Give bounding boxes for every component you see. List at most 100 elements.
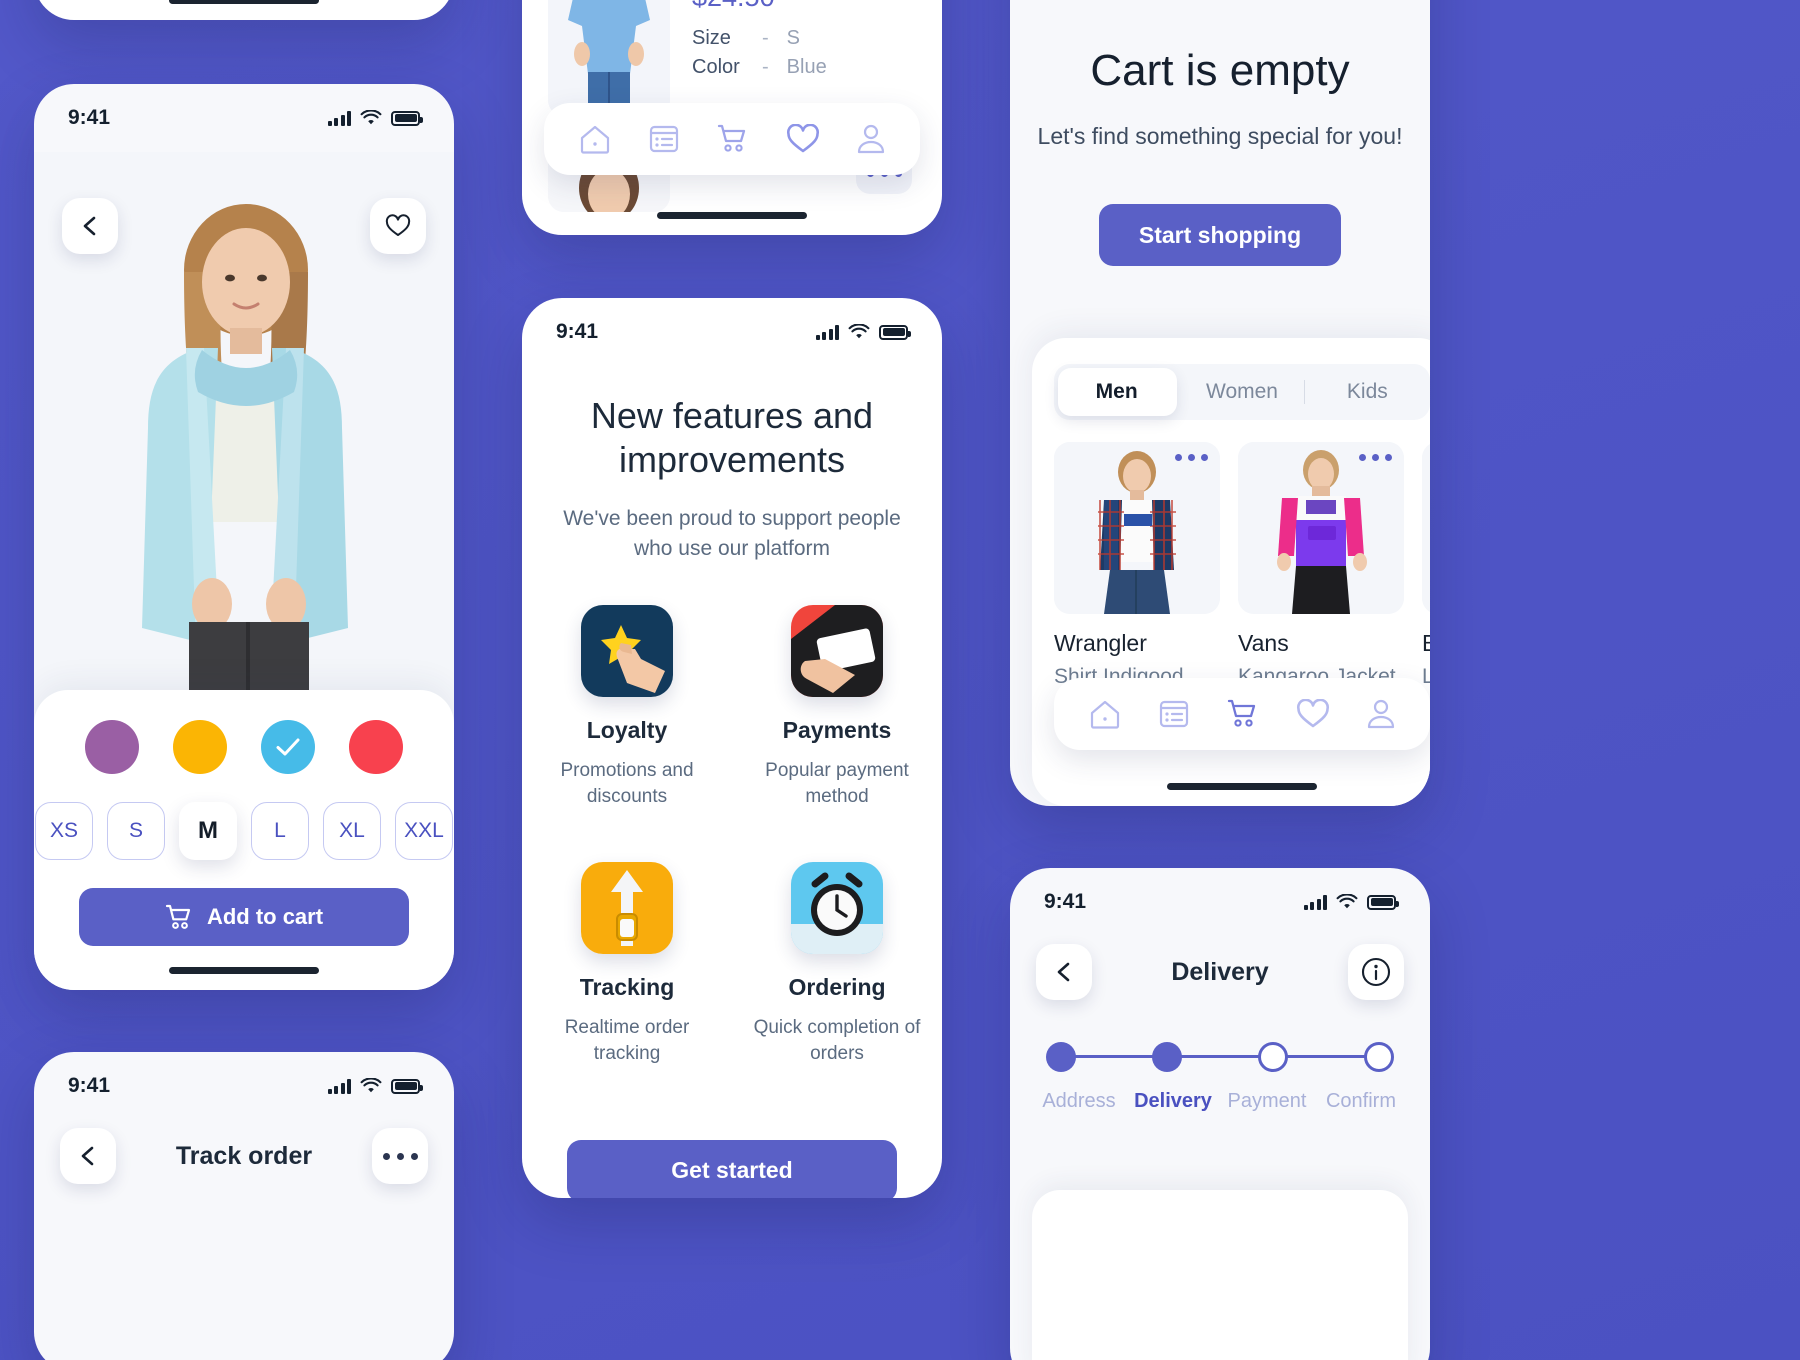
product-more-button[interactable] <box>1359 454 1392 461</box>
nav-bar: Delivery <box>1010 918 1430 1000</box>
size-option-l[interactable]: L <box>251 802 309 860</box>
wifi-icon <box>360 110 382 125</box>
info-button[interactable] <box>1347 944 1404 1000</box>
stepper-labels: Address Delivery Payment Confirm <box>1032 1090 1408 1113</box>
status-time: 9:41 <box>1044 890 1087 913</box>
tab-kids[interactable]: Kids <box>1305 380 1430 404</box>
start-shopping-button[interactable]: Start shopping <box>1099 204 1341 267</box>
onboarding-title: New features and improvements <box>590 395 874 480</box>
status-time: 9:41 <box>68 1074 111 1097</box>
product-card[interactable]: Vans Kangaroo Jacket <box>1238 442 1404 689</box>
product-image <box>1422 442 1430 614</box>
color-swatch-purple[interactable] <box>85 720 139 774</box>
tab-men[interactable]: Men <box>1054 380 1179 404</box>
status-bar: 9:41 <box>1010 868 1430 918</box>
empty-cart-subtitle: Let's find something special for you! <box>1037 123 1403 149</box>
feature-name: Ordering <box>788 974 886 1001</box>
cart-icon <box>165 904 191 929</box>
step-dot-delivery[interactable] <box>1152 1042 1182 1072</box>
product-brand: Wrangler <box>1054 630 1147 656</box>
product-card[interactable]: Wrangler Shirt Indigood <box>1054 442 1220 689</box>
tab-favorites[interactable] <box>786 124 820 154</box>
bottom-tab-bar <box>544 103 920 175</box>
size-option-xl[interactable]: XL <box>323 802 381 860</box>
step-dot-confirm[interactable] <box>1364 1042 1394 1072</box>
tab-cart[interactable] <box>716 123 750 155</box>
person-icon <box>1367 699 1395 729</box>
dot <box>1188 454 1195 461</box>
feature-grid: Loyalty Promotions and discounts Payment… <box>522 605 942 1067</box>
tab-cart[interactable] <box>1226 698 1260 730</box>
category-tabs: Men Women Kids <box>1054 364 1430 420</box>
step-dot-address[interactable] <box>1046 1042 1076 1072</box>
road-arrow-icon <box>581 862 673 955</box>
cart-item-thumbnail <box>548 0 670 116</box>
screenshot-canvas: 9:41 XS S M L XL XXL Add to cart Size - … <box>0 0 1800 1360</box>
get-started-button[interactable]: Get started <box>567 1139 897 1198</box>
color-swatches <box>34 720 454 774</box>
size-option-xs[interactable]: XS <box>35 802 93 860</box>
credit-card-icon <box>791 605 883 698</box>
color-value: Blue <box>786 56 827 78</box>
product-carousel[interactable]: Wrangler Shirt Indigood Vans Kangaroo Ja… <box>1054 442 1430 689</box>
cellular-icon <box>327 110 351 126</box>
cart-item-row[interactable]: $24.50 Size - S Color - Blue <box>522 0 942 116</box>
tab-profile[interactable] <box>856 123 886 155</box>
wifi-icon <box>1336 894 1358 909</box>
home-indicator <box>1167 783 1317 790</box>
dot <box>410 1152 418 1160</box>
phone-top-left-peek <box>34 0 454 20</box>
tab-catalog[interactable] <box>648 123 680 155</box>
cellular-icon <box>1303 894 1327 910</box>
favorite-button[interactable] <box>370 198 426 254</box>
size-option-s[interactable]: S <box>107 802 165 860</box>
more-options-button[interactable] <box>372 1128 428 1184</box>
dot <box>1359 454 1366 461</box>
alarm-clock-icon <box>791 862 883 955</box>
size-option-m[interactable]: M <box>179 802 237 860</box>
battery-icon <box>879 324 911 340</box>
feature-loyalty[interactable]: Loyalty Promotions and discounts <box>522 605 732 810</box>
list-icon <box>649 125 679 153</box>
size-dash: - <box>762 27 769 49</box>
feature-desc: Promotions and discounts <box>560 760 694 808</box>
wifi-icon <box>360 1078 382 1093</box>
color-swatch-light-blue[interactable] <box>261 720 315 774</box>
cart-icon <box>1227 699 1256 727</box>
dot <box>1372 454 1379 461</box>
back-button[interactable] <box>60 1128 116 1184</box>
home-indicator <box>657 212 807 219</box>
product-brand: Blo <box>1422 630 1430 656</box>
page-title: Delivery <box>1171 957 1269 986</box>
dot <box>1385 454 1392 461</box>
home-indicator <box>169 0 319 4</box>
onboarding-subtitle: We've been proud to support people who u… <box>563 506 901 560</box>
product-brand: Vans <box>1238 630 1289 656</box>
feature-name: Loyalty <box>586 717 668 744</box>
tab-home[interactable] <box>1088 698 1122 730</box>
cart-icon <box>717 124 746 152</box>
star-tap-icon <box>581 605 673 698</box>
dot <box>1175 454 1182 461</box>
step-dot-payment[interactable] <box>1258 1042 1288 1072</box>
status-bar: 9:41 <box>34 84 454 134</box>
heart-icon <box>1297 699 1329 728</box>
tab-profile[interactable] <box>1366 698 1396 730</box>
product-more-button[interactable] <box>1175 454 1208 461</box>
color-swatch-yellow[interactable] <box>173 720 227 774</box>
start-shopping-label: Start shopping <box>1138 221 1302 248</box>
feature-tracking[interactable]: Tracking Realtime order tracking <box>522 862 732 1067</box>
back-button[interactable] <box>62 198 118 254</box>
tab-catalog[interactable] <box>1158 698 1190 730</box>
color-swatch-red[interactable] <box>349 720 403 774</box>
tab-favorites[interactable] <box>1296 699 1330 729</box>
nav-bar: Track order <box>34 1102 454 1184</box>
feature-ordering[interactable]: Ordering Quick completion of orders <box>732 862 942 1067</box>
tab-home[interactable] <box>578 123 612 155</box>
product-card[interactable]: Blo Lea <box>1422 442 1430 689</box>
back-button[interactable] <box>1036 944 1092 1000</box>
add-to-cart-button[interactable]: Add to cart <box>79 888 409 946</box>
size-option-xxl[interactable]: XXL <box>395 802 453 860</box>
feature-payments[interactable]: Payments Popular payment method <box>732 605 942 810</box>
tab-women[interactable]: Women <box>1179 380 1304 404</box>
